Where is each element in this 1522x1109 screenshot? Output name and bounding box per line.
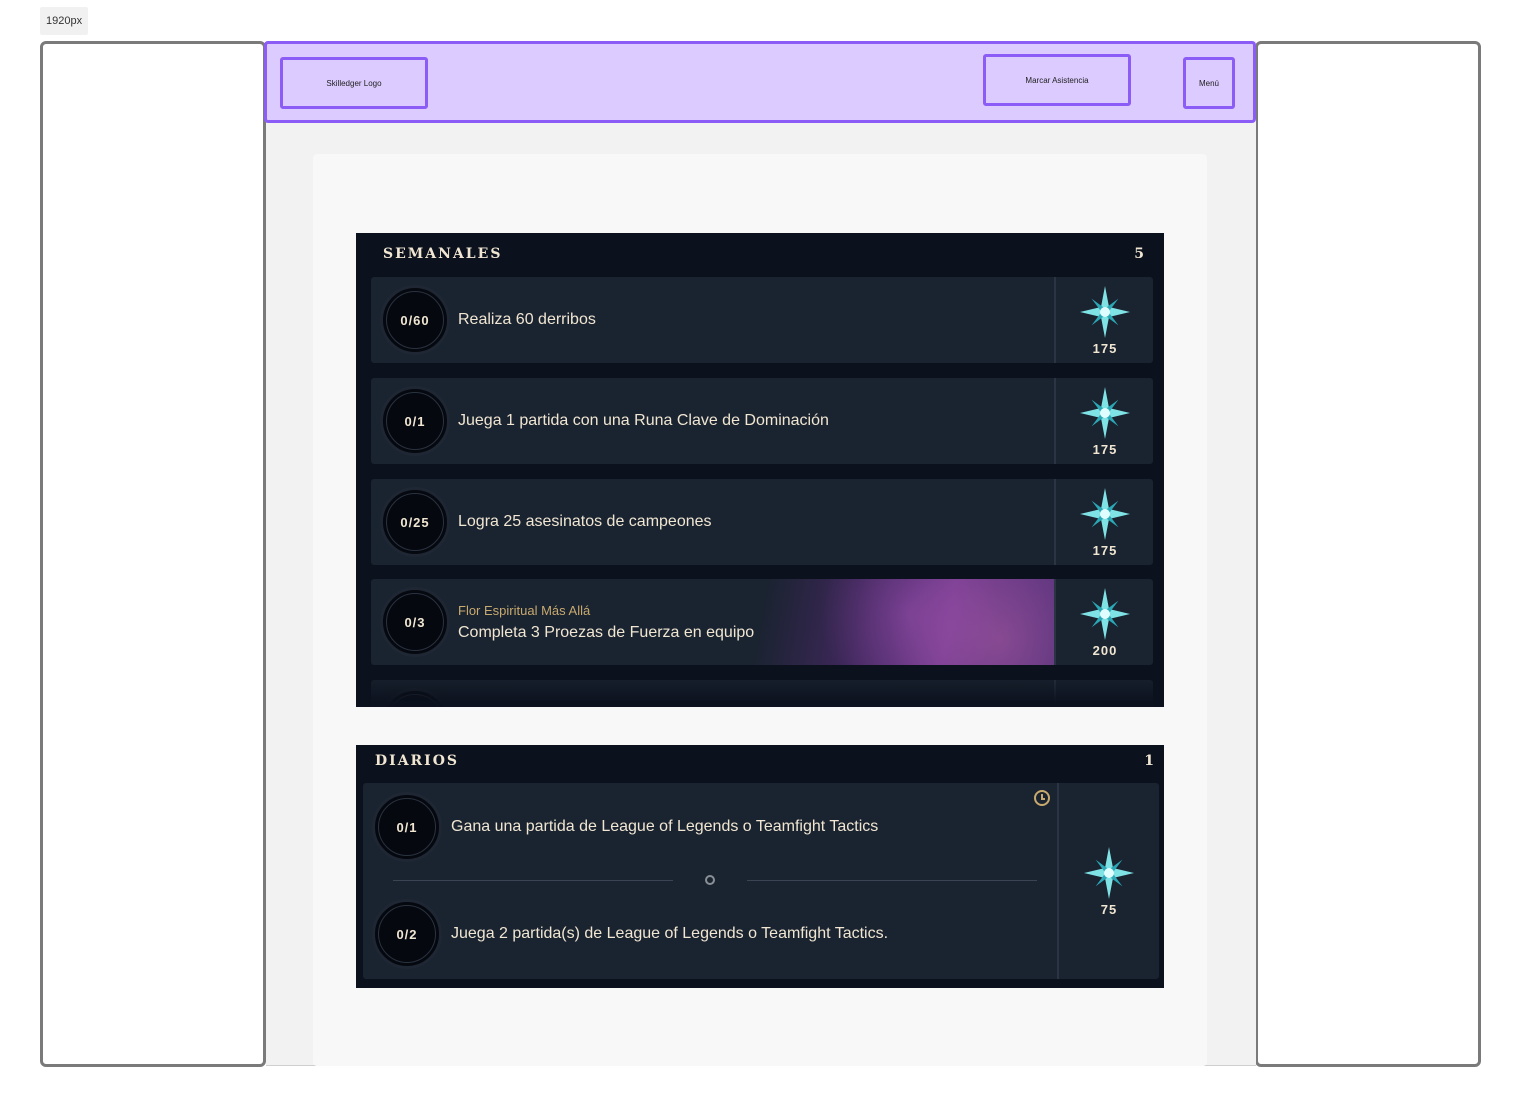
mission-text: Completa 3 Proezas de Fuerza en equipo bbox=[458, 623, 755, 641]
reward-block: 75 bbox=[1059, 783, 1159, 979]
left-side-frame bbox=[40, 41, 266, 1067]
weekly-mission-row[interactable]: 0/25 Logra 25 asesinatos de campeones 17… bbox=[371, 479, 1153, 565]
reward-amount: 175 bbox=[1092, 441, 1118, 457]
progress-ring: 0/2 bbox=[372, 899, 442, 969]
progress-value: 0/1 bbox=[404, 413, 426, 429]
separator-dot bbox=[705, 875, 715, 885]
progress-value: 0/2 bbox=[396, 926, 418, 942]
reward-amount: 75 bbox=[1100, 901, 1118, 917]
weekly-event-mission-row[interactable]: 0/3 Flor Espiritual Más Allá Completa 3 … bbox=[371, 579, 1153, 665]
reward-block: 175 bbox=[1057, 277, 1153, 363]
star-shard-icon bbox=[1080, 587, 1130, 640]
mission-event-subtitle: Flor Espiritual Más Allá bbox=[458, 602, 591, 618]
separator-line bbox=[393, 880, 673, 881]
reward-amount: 175 bbox=[1092, 542, 1118, 558]
reward-divider bbox=[1054, 378, 1056, 464]
weekly-count: 5 bbox=[1134, 246, 1144, 262]
star-shard-icon bbox=[1080, 285, 1130, 338]
progress-ring: 0/60 bbox=[380, 285, 450, 355]
progress-ring: 0/3 bbox=[380, 587, 450, 657]
reward-block: 200 bbox=[1057, 579, 1153, 665]
daily-mission-group[interactable]: 0/1 Gana una partida de League of Legend… bbox=[363, 783, 1159, 979]
top-nav-bar: Skilledger Logo Marcar Asistencia Menú bbox=[264, 41, 1256, 123]
daily-mission-text: Gana una partida de League of Legends o … bbox=[451, 818, 879, 835]
weekly-missions-panel: SEMANALES 5 0/60 Realiza 60 derribos 175… bbox=[356, 233, 1164, 707]
progress-value: 0/25 bbox=[400, 514, 430, 530]
weekly-title: SEMANALES bbox=[383, 246, 503, 262]
daily-header: DIARIOS 1 bbox=[356, 745, 1164, 777]
progress-value: 0/1 bbox=[396, 819, 418, 835]
right-side-frame bbox=[1255, 41, 1481, 1067]
daily-missions-panel: DIARIOS 1 0/1 Gana una partida de League… bbox=[356, 745, 1164, 988]
reward-divider bbox=[1054, 277, 1056, 363]
scroll-fade bbox=[356, 671, 1164, 707]
star-shard-icon bbox=[1080, 487, 1130, 540]
daily-title: DIARIOS bbox=[375, 753, 460, 769]
progress-ring: 0/1 bbox=[372, 792, 442, 862]
weekly-header: SEMANALES 5 bbox=[356, 233, 1164, 275]
canvas: 1920px Skilledger Logo Marcar Asistencia… bbox=[0, 0, 1522, 1109]
weekly-mission-row[interactable]: 0/60 Realiza 60 derribos 175 bbox=[371, 277, 1153, 363]
menu-button[interactable]: Menú bbox=[1183, 57, 1235, 109]
reward-amount: 200 bbox=[1092, 642, 1118, 658]
progress-ring: 0/1 bbox=[380, 386, 450, 456]
weekly-mission-row[interactable]: 0/1 Juega 1 partida con una Runa Clave d… bbox=[371, 378, 1153, 464]
reward-divider bbox=[1054, 479, 1056, 565]
daily-mission-text: Juega 2 partida(s) de League of Legends … bbox=[451, 925, 889, 942]
mark-attendance-button[interactable]: Marcar Asistencia bbox=[983, 54, 1131, 106]
progress-value: 0/60 bbox=[400, 312, 430, 328]
mission-text: Juega 1 partida con una Runa Clave de Do… bbox=[458, 412, 829, 429]
progress-value: 0/3 bbox=[404, 614, 426, 630]
star-shard-icon bbox=[1080, 386, 1130, 439]
separator-line bbox=[747, 880, 1037, 881]
progress-ring: 0/25 bbox=[380, 487, 450, 557]
mission-text: Logra 25 asesinatos de campeones bbox=[458, 513, 712, 530]
reward-block: 175 bbox=[1057, 378, 1153, 464]
reward-amount: 175 bbox=[1092, 340, 1118, 356]
reward-block: 175 bbox=[1057, 479, 1153, 565]
mission-text: Realiza 60 derribos bbox=[458, 311, 596, 328]
mission-text-block: Realiza 60 derribos bbox=[458, 277, 596, 363]
viewport-size-label: 1920px bbox=[40, 7, 89, 35]
mission-text-block: Flor Espiritual Más Allá Completa 3 Proe… bbox=[458, 579, 754, 665]
clock-icon bbox=[1034, 790, 1050, 806]
reward-divider bbox=[1054, 579, 1056, 665]
star-shard-icon bbox=[1084, 846, 1134, 899]
daily-count: 1 bbox=[1144, 753, 1154, 769]
mission-text-block: Logra 25 asesinatos de campeones bbox=[458, 479, 712, 565]
mission-text-block: Juega 1 partida con una Runa Clave de Do… bbox=[458, 378, 829, 464]
logo-placeholder[interactable]: Skilledger Logo bbox=[280, 57, 428, 109]
